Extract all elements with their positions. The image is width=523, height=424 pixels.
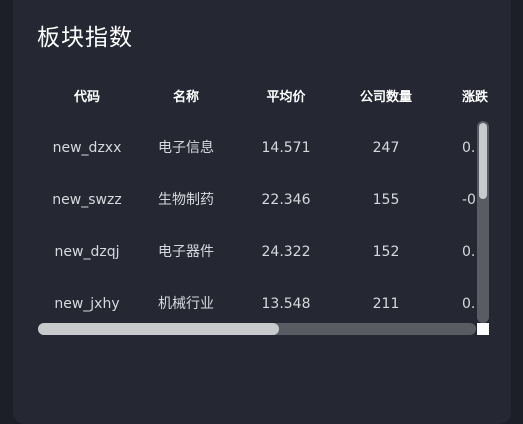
horizontal-scrollbar[interactable]	[38, 323, 476, 335]
cell-code: new_dzxx	[52, 140, 122, 156]
table-row[interactable]: new_jxhy 机械行业 13.548 211 0.	[38, 278, 490, 328]
cell-avg-price: 13.548	[261, 296, 311, 312]
cell-avg-price: 22.346	[261, 192, 311, 208]
cell-name: 机械行业	[158, 296, 214, 312]
table-row[interactable]: new_dzqj 电子器件 24.322 152 0.	[38, 226, 490, 278]
scrollbar-corner	[477, 323, 489, 335]
cell-code: new_jxhy	[54, 296, 120, 312]
cell-avg-price: 14.571	[261, 140, 311, 156]
column-header-company-count[interactable]: 公司数量	[336, 72, 436, 124]
cell-company-count: 211	[372, 296, 400, 312]
cell-company-count: 152	[372, 244, 400, 260]
column-header-name[interactable]: 名称	[136, 72, 236, 124]
cell-company-count: 155	[372, 192, 400, 208]
vertical-scrollbar[interactable]	[477, 121, 489, 323]
table-row[interactable]: new_swzz 生物制药 22.346 155 -0	[38, 174, 490, 226]
cell-code: new_swzz	[52, 192, 122, 208]
horizontal-scroll-thumb[interactable]	[38, 323, 279, 335]
cell-name: 电子器件	[158, 244, 214, 260]
cell-name: 生物制药	[158, 192, 214, 208]
table-header-row: 代码 名称 平均价 公司数量 涨跌	[38, 72, 490, 124]
table-row[interactable]: new_dzxx 电子信息 14.571 247 0.	[38, 122, 490, 174]
column-header-code[interactable]: 代码	[38, 72, 136, 124]
table-viewport[interactable]: 代码 名称 平均价 公司数量 涨跌 new_dzxx 电子信息 14.571 2…	[38, 72, 490, 328]
panel-title: 板块指数	[37, 25, 133, 51]
column-header-change[interactable]: 涨跌	[462, 72, 490, 124]
vertical-scroll-thumb[interactable]	[479, 123, 487, 199]
column-header-avg-price[interactable]: 平均价	[236, 72, 336, 124]
cell-company-count: 247	[372, 140, 400, 156]
cell-avg-price: 24.322	[261, 244, 311, 260]
sector-index-panel: 板块指数 代码 名称 平均价 公司数量 涨跌 new_dzxx 电子信息 14.…	[13, 0, 511, 424]
cell-code: new_dzqj	[54, 244, 120, 260]
cell-name: 电子信息	[158, 140, 214, 156]
